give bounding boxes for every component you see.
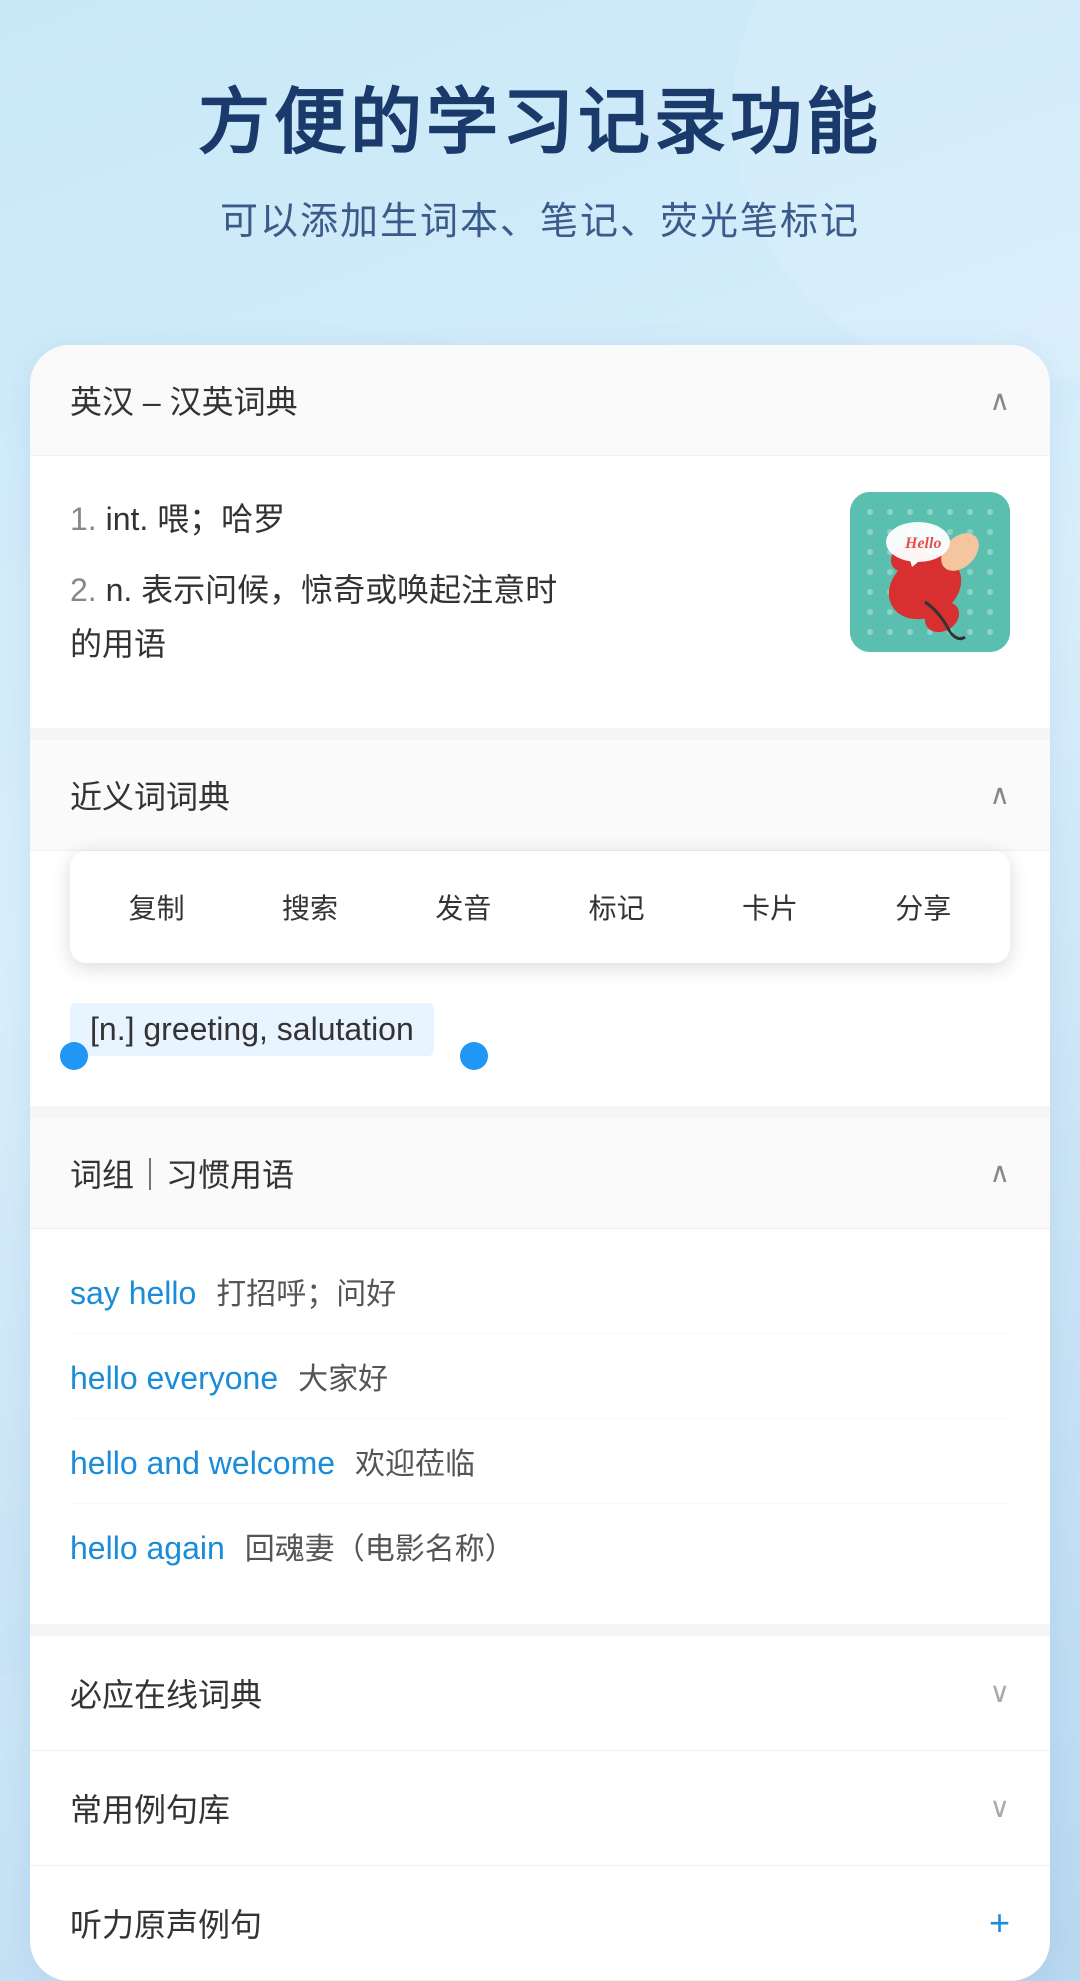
examples-title: 常用例句库 bbox=[70, 1785, 230, 1831]
phrase-list: say hello 打招呼；问好 hello everyone 大家好 hell… bbox=[30, 1229, 1050, 1624]
synonym-section-header[interactable]: 近义词词典 ∧ bbox=[30, 740, 1050, 851]
context-menu-copy[interactable]: 复制 bbox=[80, 875, 233, 939]
synonym-content: [n.] greeting, salutation bbox=[30, 983, 1050, 1106]
phrase-english-1: say hello bbox=[70, 1275, 196, 1312]
context-menu-mark[interactable]: 标记 bbox=[540, 875, 693, 939]
svg-text:Hello: Hello bbox=[904, 535, 941, 552]
context-menu-card[interactable]: 卡片 bbox=[693, 875, 846, 939]
phrase-chinese-4: 回魂妻（电影名称） bbox=[245, 1524, 515, 1568]
phrase-english-2: hello everyone bbox=[70, 1360, 278, 1397]
dict-section-header[interactable]: 英汉 – 汉英词典 ∧ bbox=[30, 345, 1050, 456]
phrases-section-header[interactable]: 词组｜习惯用语 ∧ bbox=[30, 1118, 1050, 1229]
phrase-chinese-2: 大家好 bbox=[298, 1354, 388, 1398]
synonym-chevron-icon: ∧ bbox=[990, 778, 1011, 811]
phrase-english-4: hello again bbox=[70, 1530, 225, 1567]
bingdict-section[interactable]: 必应在线词典 ∨ bbox=[30, 1636, 1050, 1751]
page-title: 方便的学习记录功能 bbox=[60, 80, 1020, 166]
phrase-chinese-1: 打招呼；问好 bbox=[216, 1269, 396, 1313]
context-menu: 复制 搜索 发音 标记 卡片 分享 bbox=[70, 851, 1010, 963]
bingdict-chevron-icon: ∨ bbox=[990, 1676, 1011, 1709]
phrases-section-title: 词组｜习惯用语 bbox=[70, 1150, 294, 1196]
main-card: 英汉 – 汉英词典 ∧ 1. int. 喂；哈罗 2. n. 表示问候，惊奇或唤… bbox=[30, 345, 1050, 1980]
context-menu-search[interactable]: 搜索 bbox=[233, 875, 386, 939]
phrase-item-4[interactable]: hello again 回魂妻（电影名称） bbox=[70, 1504, 1010, 1588]
context-menu-pronounce[interactable]: 发音 bbox=[387, 875, 540, 939]
dict-section-title: 英汉 – 汉英词典 bbox=[70, 377, 298, 423]
dict-chevron-icon: ∧ bbox=[990, 384, 1011, 417]
context-menu-share[interactable]: 分享 bbox=[847, 875, 1000, 939]
bingdict-title: 必应在线词典 bbox=[70, 1670, 262, 1716]
hello-image: Hello bbox=[850, 492, 1010, 652]
phrase-item-2[interactable]: hello everyone 大家好 bbox=[70, 1334, 1010, 1419]
phrase-english-3: hello and welcome bbox=[70, 1445, 335, 1482]
phrase-chinese-3: 欢迎莅临 bbox=[355, 1439, 475, 1483]
page-subtitle: 可以添加生词本、笔记、荧光笔标记 bbox=[60, 190, 1020, 245]
page-header: 方便的学习记录功能 可以添加生词本、笔记、荧光笔标记 bbox=[0, 0, 1080, 305]
dict-def-1: 1. int. 喂；哈罗 bbox=[70, 492, 830, 546]
synonym-text: [n.] greeting, salutation bbox=[70, 1003, 434, 1056]
selection-handle-left[interactable] bbox=[60, 1042, 88, 1070]
examples-section[interactable]: 常用例句库 ∨ bbox=[30, 1751, 1050, 1866]
dict-def-2: 2. n. 表示问候，惊奇或唤起注意时的用语 bbox=[70, 563, 830, 672]
phrases-section: 词组｜习惯用语 ∧ say hello 打招呼；问好 hello everyon… bbox=[30, 1118, 1050, 1636]
examples-chevron-icon: ∨ bbox=[990, 1791, 1011, 1824]
phrase-item-1[interactable]: say hello 打招呼；问好 bbox=[70, 1249, 1010, 1334]
selection-handle-right[interactable] bbox=[460, 1042, 488, 1070]
listening-title: 听力原声例句 bbox=[70, 1900, 262, 1946]
dict-entry-section: 1. int. 喂；哈罗 2. n. 表示问候，惊奇或唤起注意时的用语 bbox=[30, 456, 1050, 739]
synonym-section-title: 近义词词典 bbox=[70, 772, 230, 818]
synonym-section: 近义词词典 ∧ 复制 搜索 发音 标记 卡片 分享 [n.] greeting,… bbox=[30, 740, 1050, 1118]
phrases-chevron-icon: ∧ bbox=[990, 1156, 1011, 1189]
dict-definitions: 1. int. 喂；哈罗 2. n. 表示问候，惊奇或唤起注意时的用语 bbox=[70, 492, 830, 687]
listening-section[interactable]: 听力原声例句 + bbox=[30, 1866, 1050, 1981]
listening-plus-icon[interactable]: + bbox=[989, 1902, 1010, 1944]
phrase-item-3[interactable]: hello and welcome 欢迎莅临 bbox=[70, 1419, 1010, 1504]
